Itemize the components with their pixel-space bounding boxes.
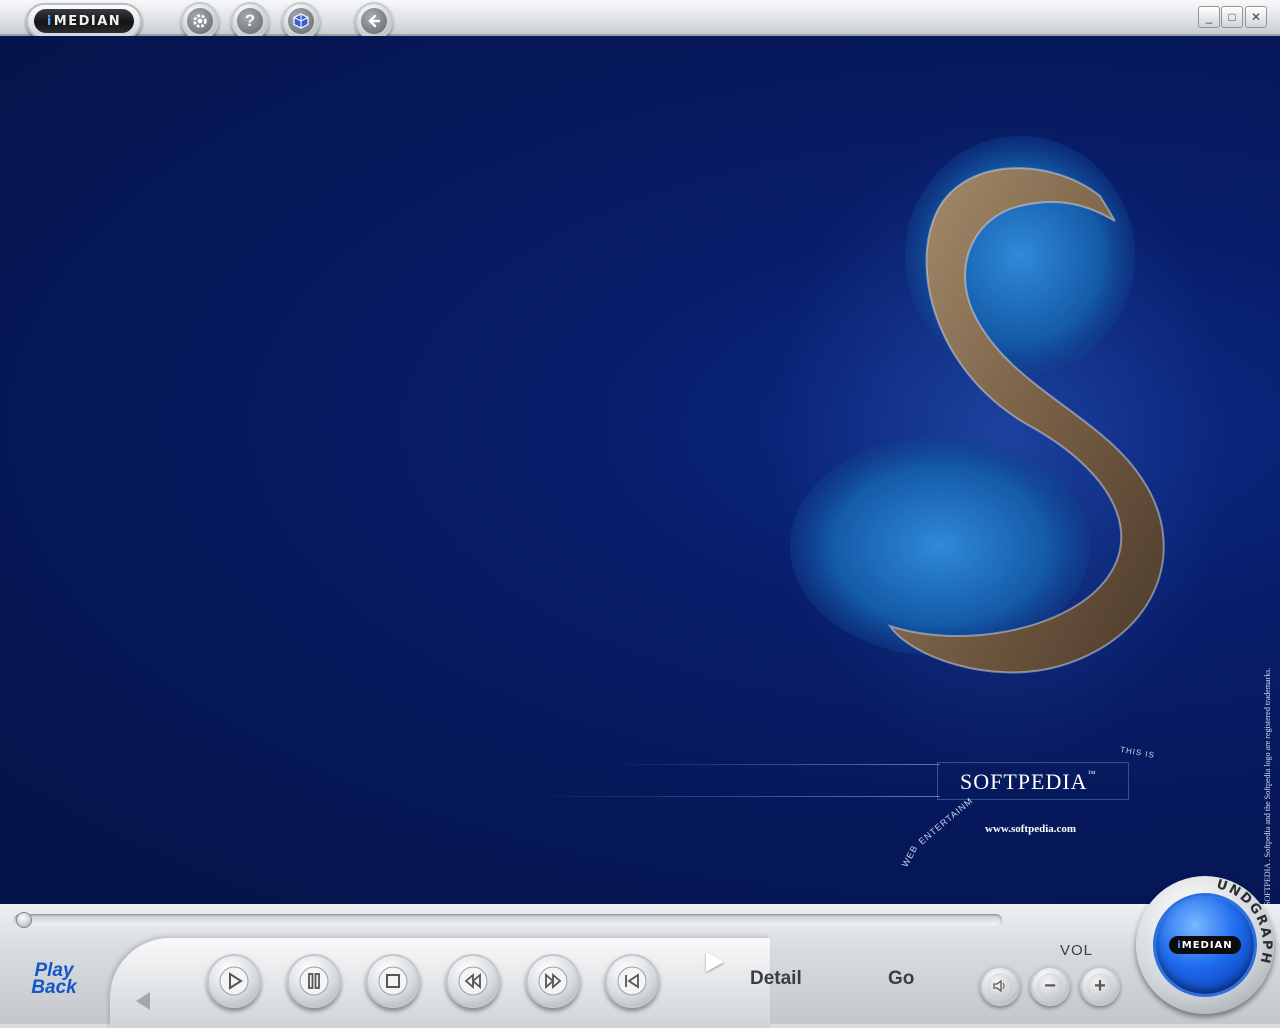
detail-button[interactable]: Detail [750,968,802,990]
question-icon: ? [237,8,263,34]
close-button[interactable]: ✕ [1245,6,1267,28]
logo-text: MEDIAN [53,13,122,29]
seek-bar[interactable] [14,914,1002,926]
rewind-button[interactable] [446,954,500,1008]
volume-up-button[interactable]: + [1080,966,1120,1006]
next-arrow-icon[interactable] [706,952,724,972]
fast-forward-button[interactable] [526,954,580,1008]
play-icon [219,966,249,996]
softpedia-watermark: SOFTPEDIA™ [960,769,1097,794]
volume-label: VOL [1060,942,1094,959]
player-controls: Play Back Detail Go VOL − + [0,904,1280,1028]
arc-text: WEB [899,843,920,869]
plus-icon: + [1087,973,1113,999]
svg-text:UNDGRAPH: UNDGRAPH [1215,877,1274,966]
decor-line [600,764,940,765]
playback-mode-button[interactable]: Play Back [22,961,86,997]
arrow-left-icon [361,8,387,34]
skip-back-icon [617,966,647,996]
stop-icon [378,966,408,996]
go-button[interactable]: Go [888,968,914,990]
stop-button[interactable] [366,954,420,1008]
minimize-button[interactable]: _ [1198,6,1220,28]
imedian-logo: i MEDIAN [34,9,134,33]
speaker-icon [987,973,1013,999]
decor-line [520,796,940,797]
pause-icon [299,966,329,996]
cube-icon [288,8,314,34]
rewind-icon [458,966,488,996]
volume-down-button[interactable]: − [1030,966,1070,1006]
imedian-logo-button[interactable]: i MEDIAN [26,3,142,39]
gear-icon [187,8,213,34]
seek-handle[interactable] [16,912,32,928]
fast-forward-icon [538,966,568,996]
mute-button[interactable] [980,966,1020,1006]
library-button[interactable] [282,2,320,40]
pause-button[interactable] [287,954,341,1008]
help-button[interactable]: ? [231,2,269,40]
arc-text: THIS IS [1119,745,1156,760]
collapse-arrow-icon[interactable] [136,992,150,1010]
maximize-button[interactable]: □ [1221,6,1243,28]
title-bar: i MEDIAN ? _ □ ✕ [0,0,1280,40]
minus-icon: − [1037,973,1063,999]
orb-ring-text: UNDGRAPH [1215,877,1274,966]
logo-prefix: i [46,13,53,29]
trademark-notice: SOFTPEDIA . Softpedia and the Softpedia … [1263,667,1272,904]
play-button[interactable] [207,954,261,1008]
arc-text: ENTERTAINM [916,795,975,847]
settings-button[interactable] [181,2,219,40]
island-s-image [790,136,1165,674]
previous-track-button[interactable] [605,954,659,1008]
video-display-area[interactable]: SOFTPEDIA™ www.softpedia.com WEB ENTERTA… [0,36,1280,904]
softpedia-url: www.softpedia.com [985,823,1077,835]
back-button[interactable] [355,2,393,40]
